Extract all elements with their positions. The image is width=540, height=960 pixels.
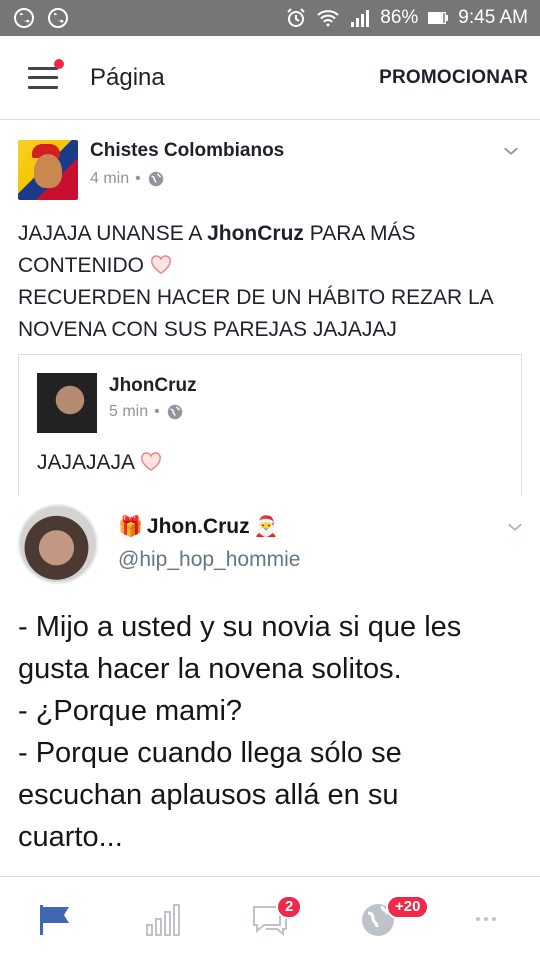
post-line-1: JAJAJA UNANSE A JhonCruz PARA MÁS [18, 218, 522, 250]
clock: 9:45 AM [458, 7, 528, 28]
whatsapp-icon [14, 8, 34, 28]
shared-author-avatar[interactable] [37, 373, 97, 433]
signal-icon [351, 10, 370, 27]
shared-text: JAJAJAJA [37, 451, 162, 475]
post-text-line2: CONTENIDO [18, 254, 144, 277]
battery-icon [428, 12, 449, 24]
whatsapp-icon [48, 8, 68, 28]
post-time[interactable]: 4 min [90, 170, 129, 188]
post-header: Chistes Colombianos 4 min • [18, 138, 522, 202]
battery-percent: 86% [380, 7, 419, 28]
nav-messages-tab[interactable]: 2 [250, 895, 303, 939]
notifications-badge: +20 [386, 895, 430, 919]
post-line-3: RECUERDEN HACER DE UN HÁBITO REZAR LA [18, 286, 494, 309]
nav-page-tab[interactable] [36, 899, 76, 939]
page-title: Página [90, 63, 165, 91]
tweet-handle: @hip_hop_hommie [118, 548, 301, 571]
post-body: JAJAJA UNANSE A JhonCruz PARA MÁS CONTEN… [18, 218, 522, 346]
shared-author-name[interactable]: JhonCruz [109, 375, 197, 397]
status-bar: 86% 9:45 AM [0, 0, 540, 36]
chevron-down-icon[interactable] [502, 142, 520, 160]
shared-time[interactable]: 5 min [109, 403, 148, 421]
page-avatar[interactable] [18, 140, 78, 200]
tweet-name-text: Jhon.Cruz [146, 514, 250, 538]
post-text-suffix: PARA MÁS [303, 222, 416, 245]
nav-insights-tab[interactable] [144, 899, 184, 939]
shared-text-content: JAJAJAJA [37, 451, 134, 474]
nav-notifications-tab[interactable]: +20 [358, 895, 430, 939]
post-line-4: NOVENA CON SUS PAREJAS JAJAJAJ [18, 318, 397, 341]
tweet-display-name: 🎁 Jhon.Cruz 🎅 [118, 514, 278, 539]
shared-post[interactable]: JhonCruz 5 min • JAJAJAJA [18, 354, 522, 496]
alarm-icon [287, 8, 305, 27]
tweet-avatar [18, 504, 98, 584]
tweet-line: gusta hacer la novena solitos. [18, 653, 402, 685]
hamburger-menu-icon[interactable] [28, 58, 64, 89]
tweet-body: - Mijo a usted y su novia si que les gus… [18, 606, 528, 858]
chevron-down-icon [508, 523, 522, 531]
shared-meta: 5 min • [109, 403, 184, 421]
post-meta: 4 min • [90, 170, 165, 188]
globe-icon [167, 404, 182, 420]
tweet-line: - ¿Porque mami? [18, 695, 243, 727]
tweet-line: escuchan aplausos allá en su [18, 779, 399, 811]
notification-dot [54, 58, 64, 69]
bottom-nav: 2 +20 [0, 876, 540, 960]
meta-separator: • [135, 170, 141, 187]
post-line-2: CONTENIDO [18, 250, 522, 282]
post-card: Chistes Colombianos 4 min • JAJAJA UNANS… [0, 120, 540, 496]
tweet-line: - Porque cuando llega sólo se [18, 737, 402, 769]
santa-emoji-icon: 🎅 [253, 516, 279, 538]
messages-badge: 2 [276, 895, 303, 919]
flag-icon [40, 905, 69, 935]
app-header: Página PROMOCIONAR [0, 36, 540, 120]
globe-icon [148, 171, 163, 187]
post-author-name[interactable]: Chistes Colombianos [90, 140, 284, 162]
insights-bars-icon [146, 904, 180, 936]
gift-emoji-icon: 🎁 [118, 516, 143, 538]
nav-more-tab[interactable] [468, 899, 508, 939]
meta-separator: • [154, 403, 160, 420]
post-text-prefix: JAJAJA UNANSE A [18, 222, 208, 245]
more-dots-icon [476, 917, 496, 921]
tweet-line: cuarto... [18, 821, 123, 853]
heart-icon [150, 255, 171, 275]
promote-button[interactable]: PROMOCIONAR [379, 67, 528, 89]
heart-icon [140, 452, 161, 472]
mention-link[interactable]: JhonCruz [207, 222, 304, 245]
wifi-icon [317, 10, 339, 27]
tweet-line: - Mijo a usted y su novia si que les [18, 611, 462, 643]
tweet-image[interactable]: 🎁 Jhon.Cruz 🎅 @hip_hop_hommie - Mijo a u… [0, 496, 540, 876]
